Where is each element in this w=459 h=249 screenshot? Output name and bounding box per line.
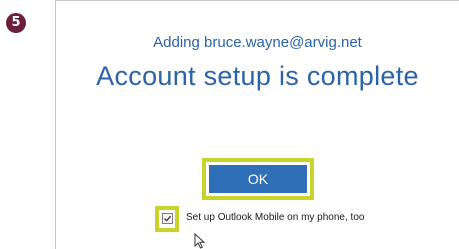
outlook-mobile-label[interactable]: Set up Outlook Mobile on my phone, too <box>186 212 364 223</box>
adding-account-subtitle: Adding bruce.wayne@arvig.net <box>153 34 362 51</box>
account-setup-dialog: Adding bruce.wayne@arvig.net Account set… <box>55 0 459 249</box>
outlook-mobile-checkbox[interactable] <box>162 213 173 224</box>
step-number-badge: 5 <box>6 13 26 33</box>
setup-complete-heading: Account setup is complete <box>96 61 419 91</box>
ok-button[interactable]: OK <box>209 165 307 193</box>
mouse-pointer-icon <box>194 233 206 249</box>
checkmark-icon <box>164 215 172 222</box>
